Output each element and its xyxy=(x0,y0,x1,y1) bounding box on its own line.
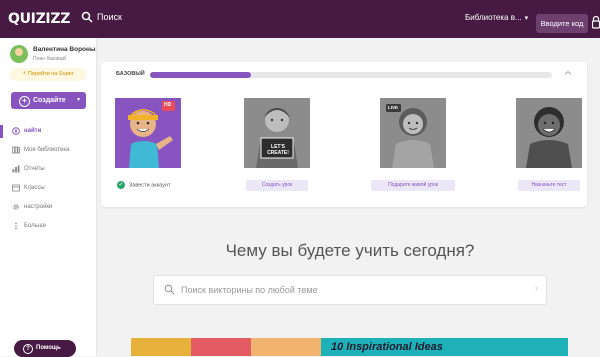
quizizz-logo[interactable]: QUIZIZZ xyxy=(8,11,70,27)
create-label: Создайте xyxy=(33,97,66,104)
quiz-search-input[interactable]: Поиск викторины по любой теме › xyxy=(153,275,547,305)
banner-illustration xyxy=(251,338,321,356)
lock-icon[interactable] xyxy=(592,15,600,29)
sidebar-item-settings[interactable]: настройки xyxy=(0,198,96,217)
banner-illustration xyxy=(191,338,251,356)
onboarding-card: БАЗОВЫЙ HD LET'S CREATE! Создать урок LI… xyxy=(101,62,587,207)
sidebar-item-label: Отчеты xyxy=(24,166,45,172)
help-icon: ? xyxy=(23,344,33,354)
top-search-input[interactable]: Поиск xyxy=(97,12,122,22)
step-account-status: ✓ Завести аккаунт xyxy=(117,181,170,189)
create-lesson-button[interactable]: Создать урок xyxy=(246,180,308,191)
sidebar-item-label: Классы xyxy=(24,185,45,191)
chevron-down-icon: ▾ xyxy=(76,97,80,103)
lets-create-sign: LET'S CREATE! xyxy=(267,144,289,156)
gear-icon xyxy=(13,204,19,210)
progress-fill xyxy=(150,72,251,78)
upgrade-button[interactable]: ⚡ Перейти на Super xyxy=(10,68,86,81)
promo-banner[interactable]: 10 Inspirational Ideas xyxy=(131,338,568,356)
library-select[interactable]: Библиотека в... ▾ xyxy=(465,13,528,22)
assign-test-button[interactable]: Назначьте тест xyxy=(518,180,580,191)
help-label: Помощь xyxy=(36,345,61,351)
sidebar-nav: найти Моя библиотека Отчеты Классы настр… xyxy=(0,122,96,236)
reports-icon xyxy=(12,165,20,173)
plus-icon: + xyxy=(19,96,30,107)
sidebar-item-find[interactable]: найти xyxy=(0,122,96,141)
compass-icon xyxy=(12,127,20,135)
chevron-up-icon[interactable] xyxy=(563,68,573,78)
assign-test-illustration xyxy=(516,98,582,168)
sidebar: Валентина Вороны План базовый ⚡ Перейти … xyxy=(0,38,97,357)
create-lesson-illustration xyxy=(244,98,310,168)
sidebar-item-more[interactable]: Больше xyxy=(0,217,96,236)
help-button[interactable]: ? Помощь xyxy=(14,340,76,357)
onboarding-step-create: LET'S CREATE! Создать урок xyxy=(244,98,310,191)
onboarding-step-assign: Назначьте тест xyxy=(516,98,582,191)
sidebar-item-label: Моя библиотека xyxy=(24,147,70,153)
library-icon xyxy=(12,146,20,154)
user-name[interactable]: Валентина Вороны xyxy=(33,46,96,53)
banner-title: 10 Inspirational Ideas xyxy=(331,341,443,353)
done-label: Завести аккаунт xyxy=(129,182,171,189)
user-plan: План базовый xyxy=(33,56,66,62)
sidebar-item-label: Больше xyxy=(24,223,46,229)
page-title: Чему вы будете учить сегодня? xyxy=(225,241,475,260)
create-button[interactable]: + Создайте ▾ xyxy=(11,92,86,109)
live-badge: LIVE xyxy=(388,105,399,110)
search-icon[interactable] xyxy=(81,11,93,23)
avatar[interactable] xyxy=(10,45,28,63)
teacher-illustration xyxy=(115,98,181,168)
upgrade-label: Перейти на Super xyxy=(27,71,74,77)
chevron-down-icon: ▾ xyxy=(524,15,529,22)
badge-label: HD xyxy=(164,102,172,108)
banner-illustration xyxy=(131,338,191,356)
search-placeholder: Поиск викторины по любой теме xyxy=(181,285,318,295)
top-navbar: QUIZIZZ Поиск Библиотека в... ▾ Вводите к… xyxy=(0,0,600,38)
sidebar-item-reports[interactable]: Отчеты xyxy=(0,160,96,179)
more-icon xyxy=(15,222,17,230)
chevron-right-icon[interactable]: › xyxy=(535,283,538,294)
classes-icon xyxy=(12,184,20,192)
tier-label: БАЗОВЫЙ xyxy=(116,71,145,77)
library-select-label: Библиотека в... xyxy=(465,13,522,22)
onboarding-step-account: HD xyxy=(115,98,181,173)
onboarding-progress-bar xyxy=(150,72,552,78)
sidebar-item-library[interactable]: Моя библиотека xyxy=(0,141,96,160)
check-icon: ✓ xyxy=(117,181,125,189)
lightning-icon: ⚡ xyxy=(22,71,27,77)
enter-code-button[interactable]: Вводите код xyxy=(536,14,588,33)
sidebar-item-classes[interactable]: Классы xyxy=(0,179,96,198)
give-live-lesson-button[interactable]: Подарите живой урок xyxy=(371,180,455,191)
search-icon xyxy=(164,284,175,295)
sidebar-item-label: найти xyxy=(24,128,42,134)
sidebar-item-label: настройки xyxy=(24,204,53,210)
onboarding-step-live: LIVE Подарите живой урок xyxy=(371,98,455,191)
